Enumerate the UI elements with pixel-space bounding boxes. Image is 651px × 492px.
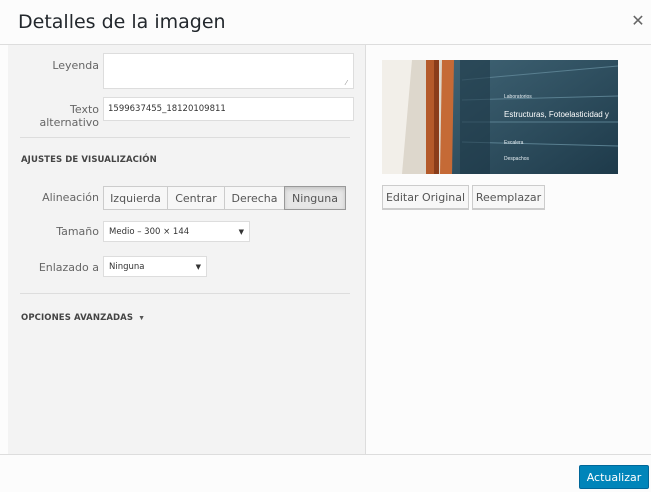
thumbnail-photo: Laboratorios Estructuras, Fotoelasticida… xyxy=(382,60,618,174)
sign-text-4: Despachos xyxy=(504,156,530,162)
caption-label: Leyenda xyxy=(52,59,99,72)
align-right-button[interactable]: Derecha xyxy=(224,186,285,210)
dialog-title: Detalles de la imagen xyxy=(18,11,226,33)
chevron-down-icon: ▼ xyxy=(238,228,244,236)
link-to-select-value: Ninguna xyxy=(109,261,145,272)
update-button[interactable]: Actualizar xyxy=(579,465,649,489)
dialog-header: Detalles de la imagen ✕ xyxy=(0,0,651,45)
advanced-options-heading: OPCIONES AVANZADAS xyxy=(21,313,134,323)
size-select[interactable]: Medio – 300 × 144 ▼ xyxy=(103,221,250,242)
replace-button[interactable]: Reemplazar xyxy=(472,185,545,209)
dialog-footer xyxy=(0,454,651,492)
link-to-select[interactable]: Ninguna ▼ xyxy=(103,256,207,277)
align-none-button[interactable]: Ninguna xyxy=(284,186,346,210)
alt-text-value: 1599637455_18120109811 xyxy=(108,104,226,114)
edit-original-button[interactable]: Editar Original xyxy=(382,185,469,209)
divider xyxy=(20,293,350,294)
sign-text-line: Estructuras, Fotoelasticidad y xyxy=(504,110,609,119)
divider xyxy=(20,137,350,138)
resize-handle-icon[interactable]: ⁄ xyxy=(346,80,352,87)
advanced-options-toggle[interactable]: OPCIONES AVANZADAS ▼ xyxy=(21,313,145,323)
alignment-label: Alineación xyxy=(42,191,99,204)
display-settings-heading: AJUSTES DE VISUALIZACIÓN xyxy=(21,155,157,165)
chevron-down-icon: ▼ xyxy=(195,263,201,271)
alignment-button-group: Izquierda Centrar Derecha Ninguna xyxy=(103,186,346,210)
size-label: Tamaño xyxy=(56,225,99,238)
image-details-dialog: Detalles de la imagen ✕ Leyenda ⁄ Texto … xyxy=(0,0,651,492)
image-thumbnail: Laboratorios Estructuras, Fotoelasticida… xyxy=(382,60,618,174)
size-select-value: Medio – 300 × 144 xyxy=(109,226,190,237)
caption-textarea[interactable] xyxy=(103,53,354,89)
sign-text-main: Laboratorios xyxy=(504,94,532,100)
triangle-down-icon: ▼ xyxy=(138,314,146,322)
sign-text-3: Escalera xyxy=(504,140,524,146)
align-center-button[interactable]: Centrar xyxy=(167,186,225,210)
close-icon[interactable]: ✕ xyxy=(629,13,647,31)
align-left-button[interactable]: Izquierda xyxy=(103,186,168,210)
alt-text-input[interactable]: 1599637455_18120109811 xyxy=(103,97,354,121)
link-to-label: Enlazado a xyxy=(38,261,99,274)
alt-text-label: Texto alternativo xyxy=(39,103,99,129)
